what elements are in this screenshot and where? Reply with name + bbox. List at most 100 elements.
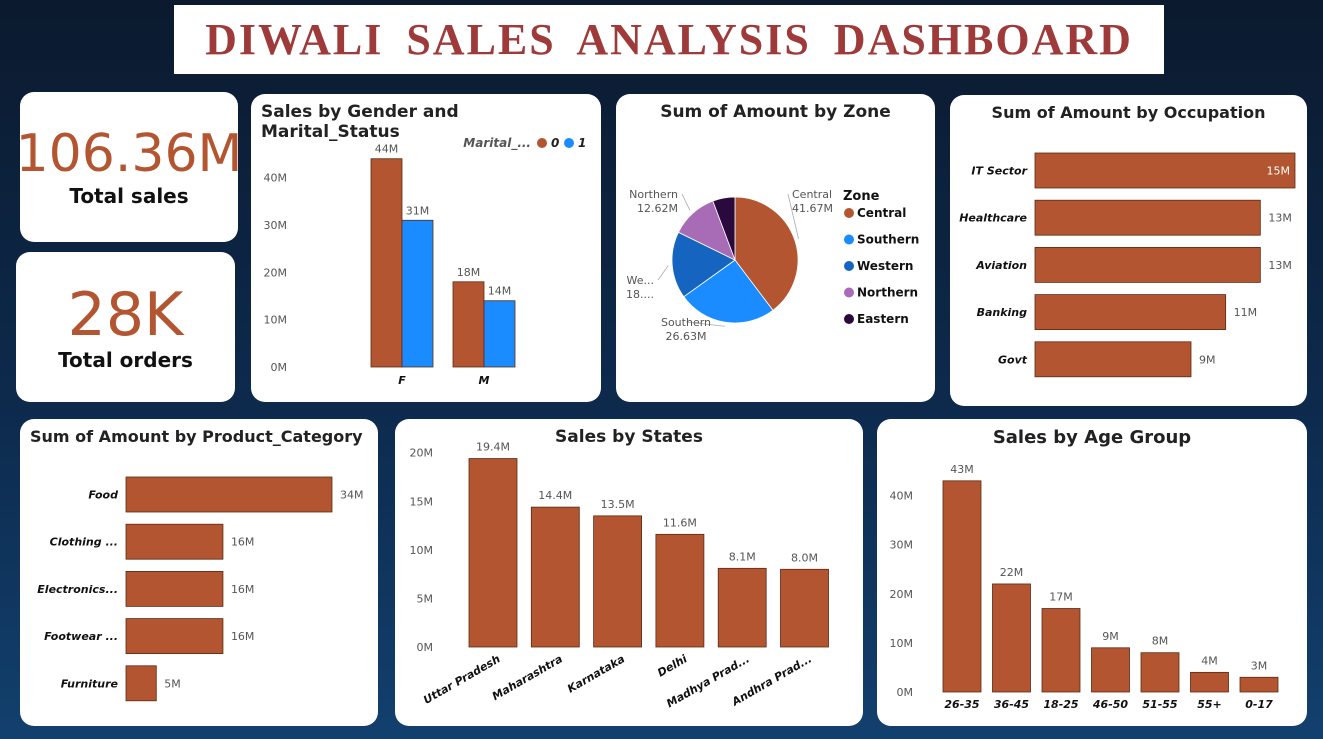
states-data-label: 8.0M	[791, 551, 818, 564]
occupation-data-label: 13M	[1268, 212, 1292, 225]
age-data-label: 8M	[1152, 635, 1169, 648]
gender-data-label: 44M	[375, 143, 399, 156]
zone-slice-label: 41.67M	[792, 202, 833, 215]
age-chart-card[interactable]: Sales by Age Group 0M 10M 20M 30M 40M 43M 26-3…	[877, 419, 1307, 726]
states-bar	[780, 568, 829, 648]
states-ytick-label: 5M	[417, 592, 434, 605]
zone-legend-marker	[844, 314, 854, 324]
gender-chart-card[interactable]: Sales by Gender and Marital_Status 0M 10M…	[251, 94, 601, 402]
occupation-data-label: 15M	[1267, 165, 1291, 178]
age-data-label: 22M	[1000, 566, 1024, 579]
states-category-label: Delhi	[655, 652, 689, 679]
gender-bar	[401, 219, 434, 368]
total-orders-label: Total orders	[58, 348, 193, 372]
product-data-label: 5M	[164, 677, 181, 690]
age-bar	[1190, 671, 1229, 693]
states-category-label: Uttar Pradesh	[421, 652, 502, 707]
gender-chart-title: Sales by Gender and Marital_Status	[261, 102, 459, 142]
states-bar	[717, 567, 767, 648]
states-bar	[468, 458, 518, 648]
gender-category-label: M	[479, 374, 490, 387]
product-bar	[125, 665, 157, 702]
product-category-label: Clothing ...	[50, 536, 118, 549]
gender-bar	[452, 281, 485, 368]
dashboard-title-banner: DIWALI SALES ANALYSIS DASHBOARD	[174, 5, 1164, 74]
product-chart-title: Sum of Amount by Product_Category	[30, 427, 363, 446]
zone-label-leader	[681, 193, 691, 211]
zone-chart-title: Sum of Amount by Zone	[660, 102, 891, 122]
occupation-chart-card[interactable]: Sum of Amount by Occupation IT Sector 15M…	[950, 95, 1307, 406]
gender-data-label: 14M	[488, 285, 512, 298]
product-category-label: Furniture	[61, 677, 119, 690]
occupation-category-label: IT Sector	[971, 165, 1027, 178]
age-bar	[1239, 676, 1279, 693]
zone-legend-marker	[844, 208, 854, 218]
zone-slice-label: Northern	[629, 188, 678, 201]
states-data-label: 13.5M	[601, 498, 635, 511]
zone-slice-label: 12.62M	[637, 202, 678, 215]
age-category-label: 26-35	[944, 698, 980, 711]
gender-bar	[370, 158, 403, 368]
product-chart-card[interactable]: Sum of Amount by Product_Category Food 34…	[20, 419, 378, 726]
states-data-label: 8.1M	[729, 550, 756, 563]
gender-ytick-label: 30M	[264, 219, 288, 232]
zone-slice-label: Central	[792, 188, 832, 201]
zone-legend-marker	[844, 234, 854, 245]
occupation-data-label: 11M	[1234, 306, 1258, 319]
gender-ytick-label: 20M	[264, 266, 288, 279]
age-data-label: 43M	[950, 463, 974, 476]
zone-legend-marker	[844, 261, 854, 271]
age-chart-title: Sales by Age Group	[992, 427, 1192, 448]
zone-slice-label: 18....	[626, 288, 654, 301]
states-bar	[655, 533, 705, 648]
gender-category-label: F	[398, 374, 406, 387]
age-category-label: 46-50	[1092, 698, 1129, 711]
product-data-label: 16M	[231, 583, 255, 596]
total-sales-value: 106.36M	[20, 124, 238, 185]
product-bar	[125, 618, 224, 655]
zone-chart-card[interactable]: Sum of Amount by Zone Central 41.67M South…	[616, 94, 935, 402]
age-bar	[942, 480, 982, 693]
age-ytick-label: 20M	[890, 588, 914, 601]
occupation-bar	[1034, 152, 1296, 189]
states-ytick-label: 0M	[417, 641, 434, 654]
zone-legend-label: Southern	[857, 233, 919, 247]
states-ytick-label: 15M	[410, 495, 434, 508]
occupation-chart-title: Sum of Amount by Occupation	[991, 103, 1266, 122]
product-category-label: Electronics...	[37, 583, 118, 596]
zone-legend-marker	[844, 287, 854, 298]
zone-legend-label: Eastern	[857, 312, 909, 326]
age-data-label: 17M	[1049, 591, 1073, 604]
occupation-data-label: 13M	[1268, 259, 1292, 272]
gender-ytick-label: 0M	[271, 361, 288, 374]
states-ytick-label: 20M	[410, 447, 434, 460]
states-data-label: 14.4M	[538, 489, 572, 502]
dashboard-title: DIWALI SALES ANALYSIS DASHBOARD	[205, 15, 1133, 64]
age-data-label: 3M	[1251, 659, 1268, 672]
states-chart-card[interactable]: Sales by States 0M 5M 10M 15M 20M 19.4M Uttar …	[395, 419, 863, 726]
product-data-label: 16M	[231, 536, 255, 549]
states-data-label: 11.6M	[663, 516, 697, 529]
occupation-bar	[1034, 199, 1261, 236]
gender-data-label: 18M	[457, 266, 481, 279]
age-ytick-label: 0M	[897, 686, 914, 699]
states-chart: 0M5M10M15M20M 19.4MUttar Pradesh14.4MMaha…	[410, 441, 829, 710]
occupation-category-label: Aviation	[975, 259, 1027, 272]
gender-data-label: 31M	[406, 204, 430, 217]
zone-slice-label: Southern	[661, 316, 711, 329]
occupation-category-label: Govt	[998, 353, 1028, 366]
states-category-label: Maharashtra	[490, 652, 565, 703]
age-bar	[1140, 652, 1180, 693]
age-data-label: 9M	[1102, 630, 1119, 643]
occupation-category-label: Banking	[977, 306, 1028, 319]
zone-legend-title: Zone	[843, 189, 880, 204]
age-category-label: 18-25	[1043, 698, 1079, 711]
gender-ytick-label: 10M	[264, 314, 288, 327]
zone-label-leader	[657, 265, 669, 281]
gender-ytick-label: 40M	[264, 172, 288, 185]
product-data-label: 16M	[231, 630, 255, 643]
occupation-bar	[1034, 341, 1192, 378]
total-orders-value: 28K	[67, 280, 184, 350]
product-bar	[125, 476, 333, 513]
zone-slice-label: We...	[627, 274, 655, 287]
